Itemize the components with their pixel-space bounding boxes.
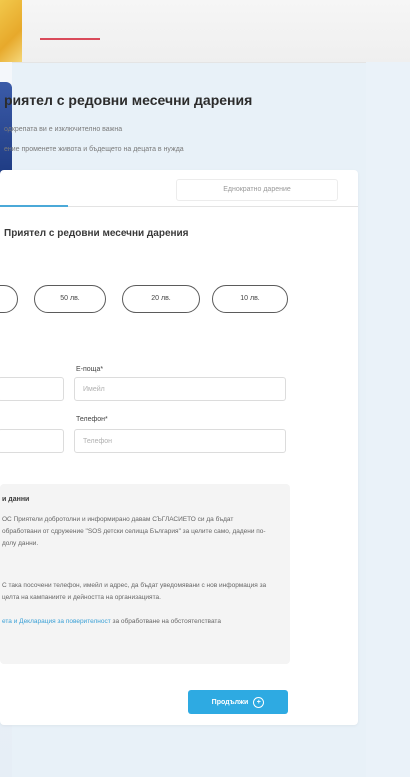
- email-field[interactable]: Имейл: [74, 377, 286, 401]
- submit-button-label: Продължи: [211, 698, 249, 706]
- plus-circle-icon: +: [253, 696, 265, 708]
- form-section-title: Приятел с редовни месечни дарения: [4, 228, 189, 239]
- logo[interactable]: [0, 0, 22, 62]
- amount-option-50-button[interactable]: 50 лв.: [34, 285, 106, 313]
- tab-one-time[interactable]: Еднократно дарение: [176, 179, 338, 201]
- donation-form-card: Еднократно дарение Приятел с редовни мес…: [0, 170, 358, 725]
- gdpr-title: и данни: [2, 496, 30, 503]
- page-title: риятел с редовни месечни дарения: [4, 92, 253, 108]
- phone-field[interactable]: Телефон: [74, 429, 286, 453]
- donation-type-tabs: Еднократно дарение: [0, 170, 358, 207]
- gdpr-consent-box: и данни ОС Приятели добротолни и информи…: [0, 484, 290, 664]
- submit-button[interactable]: Продължи +: [188, 690, 288, 714]
- top-navigation-bar: [0, 0, 410, 63]
- privacy-policy-line: ета и Декларация за поверителност за обр…: [2, 618, 221, 625]
- page-subtitle: одкрепата ви е изключително важна: [4, 126, 123, 133]
- active-tab-indicator: [0, 205, 68, 207]
- amount-option-button[interactable]: [0, 285, 18, 313]
- amount-option-20-button[interactable]: 20 лв.: [122, 285, 200, 313]
- page-description: ение променете живота и бъдещето на деца…: [4, 146, 184, 153]
- email-label: Е-поща*: [76, 366, 104, 373]
- tab-monthly[interactable]: [0, 170, 170, 207]
- last-name-field[interactable]: [0, 429, 64, 453]
- amount-option-10-button[interactable]: 10 лв.: [212, 285, 288, 313]
- privacy-policy-link[interactable]: ета и Декларация за поверителност: [2, 618, 111, 625]
- right-background-panel: [366, 62, 410, 777]
- gdpr-contact-consent-text[interactable]: С така посочени телефон, имейл и адрес, …: [2, 580, 272, 604]
- first-name-field[interactable]: [0, 377, 64, 401]
- nav-active-indicator: [40, 38, 100, 40]
- gdpr-consent-text[interactable]: ОС Приятели добротолни и информирано дав…: [2, 514, 272, 550]
- phone-label: Телефон*: [76, 416, 108, 423]
